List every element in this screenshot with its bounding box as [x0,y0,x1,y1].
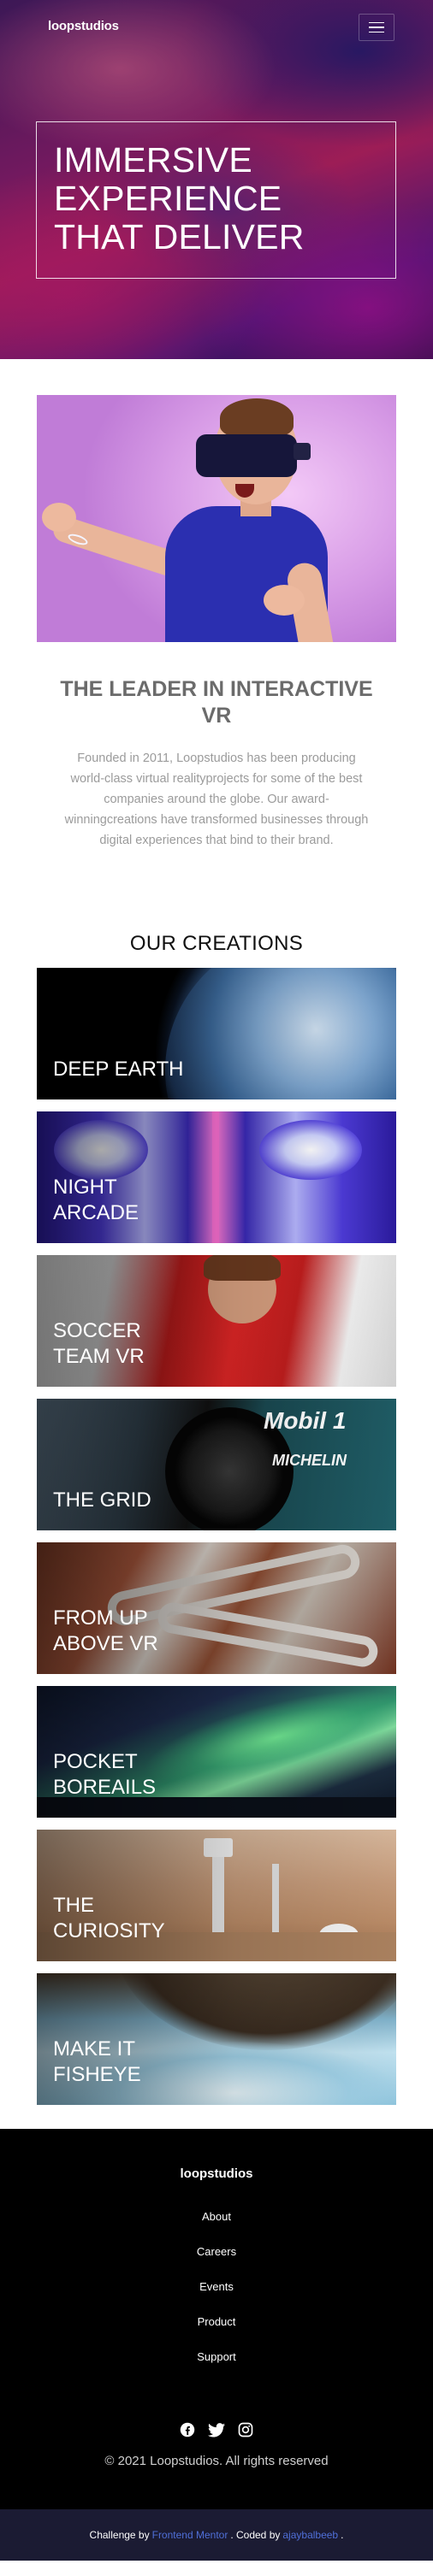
creation-card-make-it-fisheye[interactable]: MAKE IT FISHEYE [37,1973,396,2105]
footer-nav: About Careers Events Product Support [0,2210,433,2385]
vr-headset-image [37,395,396,642]
attribution-suffix: . [341,2529,344,2541]
creation-card-title: THE GRID [53,1488,151,1512]
footer-logo[interactable]: loopstudios [0,2166,433,2181]
hamburger-menu-icon[interactable] [359,14,394,41]
attribution-middle: . Coded by [230,2529,281,2541]
creation-card-from-up-above-vr[interactable]: FROM UP ABOVE VR [37,1542,396,1674]
creation-card-pocket-borealis[interactable]: POCKET BOREAILS [37,1686,396,1818]
footer-link-product[interactable]: Product [0,2315,433,2350]
creation-card-title: POCKET BOREAILS [53,1750,157,1799]
footer-link-events[interactable]: Events [0,2280,433,2315]
site-logo[interactable]: loopstudios [48,19,119,33]
hero-headline-box: IMMERSIVE EXPERIENCE THAT DELIVER [36,121,396,279]
creation-card-soccer-team-vr[interactable]: SOCCER TEAM VR [37,1255,396,1387]
creation-card-title: SOCCER TEAM VR [53,1319,145,1368]
footer-link-about[interactable]: About [0,2210,433,2245]
creations-title: OUR CREATIONS [129,932,304,955]
creation-card-the-grid[interactable]: Mobil 1 MICHELIN THE GRID [37,1399,396,1530]
intro-section: THE LEADER IN INTERACTIVE VR Founded in … [0,395,433,851]
creation-card-title: DEEP EARTH [53,1058,184,1081]
instagram-icon[interactable] [237,2421,254,2438]
social-links [0,2421,433,2438]
twitter-icon[interactable] [208,2421,225,2438]
hero-title: IMMERSIVE EXPERIENCE THAT DELIVER [54,140,305,256]
intro-text: Founded in 2011, Loopstudios has been pr… [64,752,369,847]
creations-section: OUR CREATIONS DEEP EARTH NIGHT ARCADE SO… [0,932,433,2105]
creation-card-title: FROM UP ABOVE VR [53,1606,158,1655]
creation-card-title: THE CURIOSITY [53,1894,165,1942]
footer-link-careers[interactable]: Careers [0,2245,433,2280]
author-link[interactable]: ajaybalbeeb [282,2529,338,2541]
creation-card-title: MAKE IT FISHEYE [53,2037,141,2086]
attribution-bar: Challenge by Frontend Mentor . Coded by … [0,2509,433,2561]
copyright-text: © 2021 Loopstudios. All rights reserved [104,2454,329,2468]
frontend-mentor-link[interactable]: Frontend Mentor [152,2529,228,2541]
creation-card-the-curiosity[interactable]: THE CURIOSITY [37,1830,396,1961]
attribution-prefix: Challenge by [89,2529,150,2541]
site-footer: loopstudios About Careers Events Product… [0,2129,433,2509]
hero-section: loopstudios IMMERSIVE EXPERIENCE THAT DE… [0,0,433,359]
facebook-icon[interactable] [179,2421,196,2438]
creations-list: DEEP EARTH NIGHT ARCADE SOCCER TEAM VR M… [0,968,433,2105]
creation-card-title: NIGHT ARCADE [53,1176,139,1224]
footer-link-support[interactable]: Support [0,2350,433,2385]
creation-card-night-arcade[interactable]: NIGHT ARCADE [37,1111,396,1243]
creation-card-deep-earth[interactable]: DEEP EARTH [37,968,396,1099]
intro-title: THE LEADER IN INTERACTIVE VR [60,677,373,728]
top-navbar: loopstudios [0,0,433,55]
